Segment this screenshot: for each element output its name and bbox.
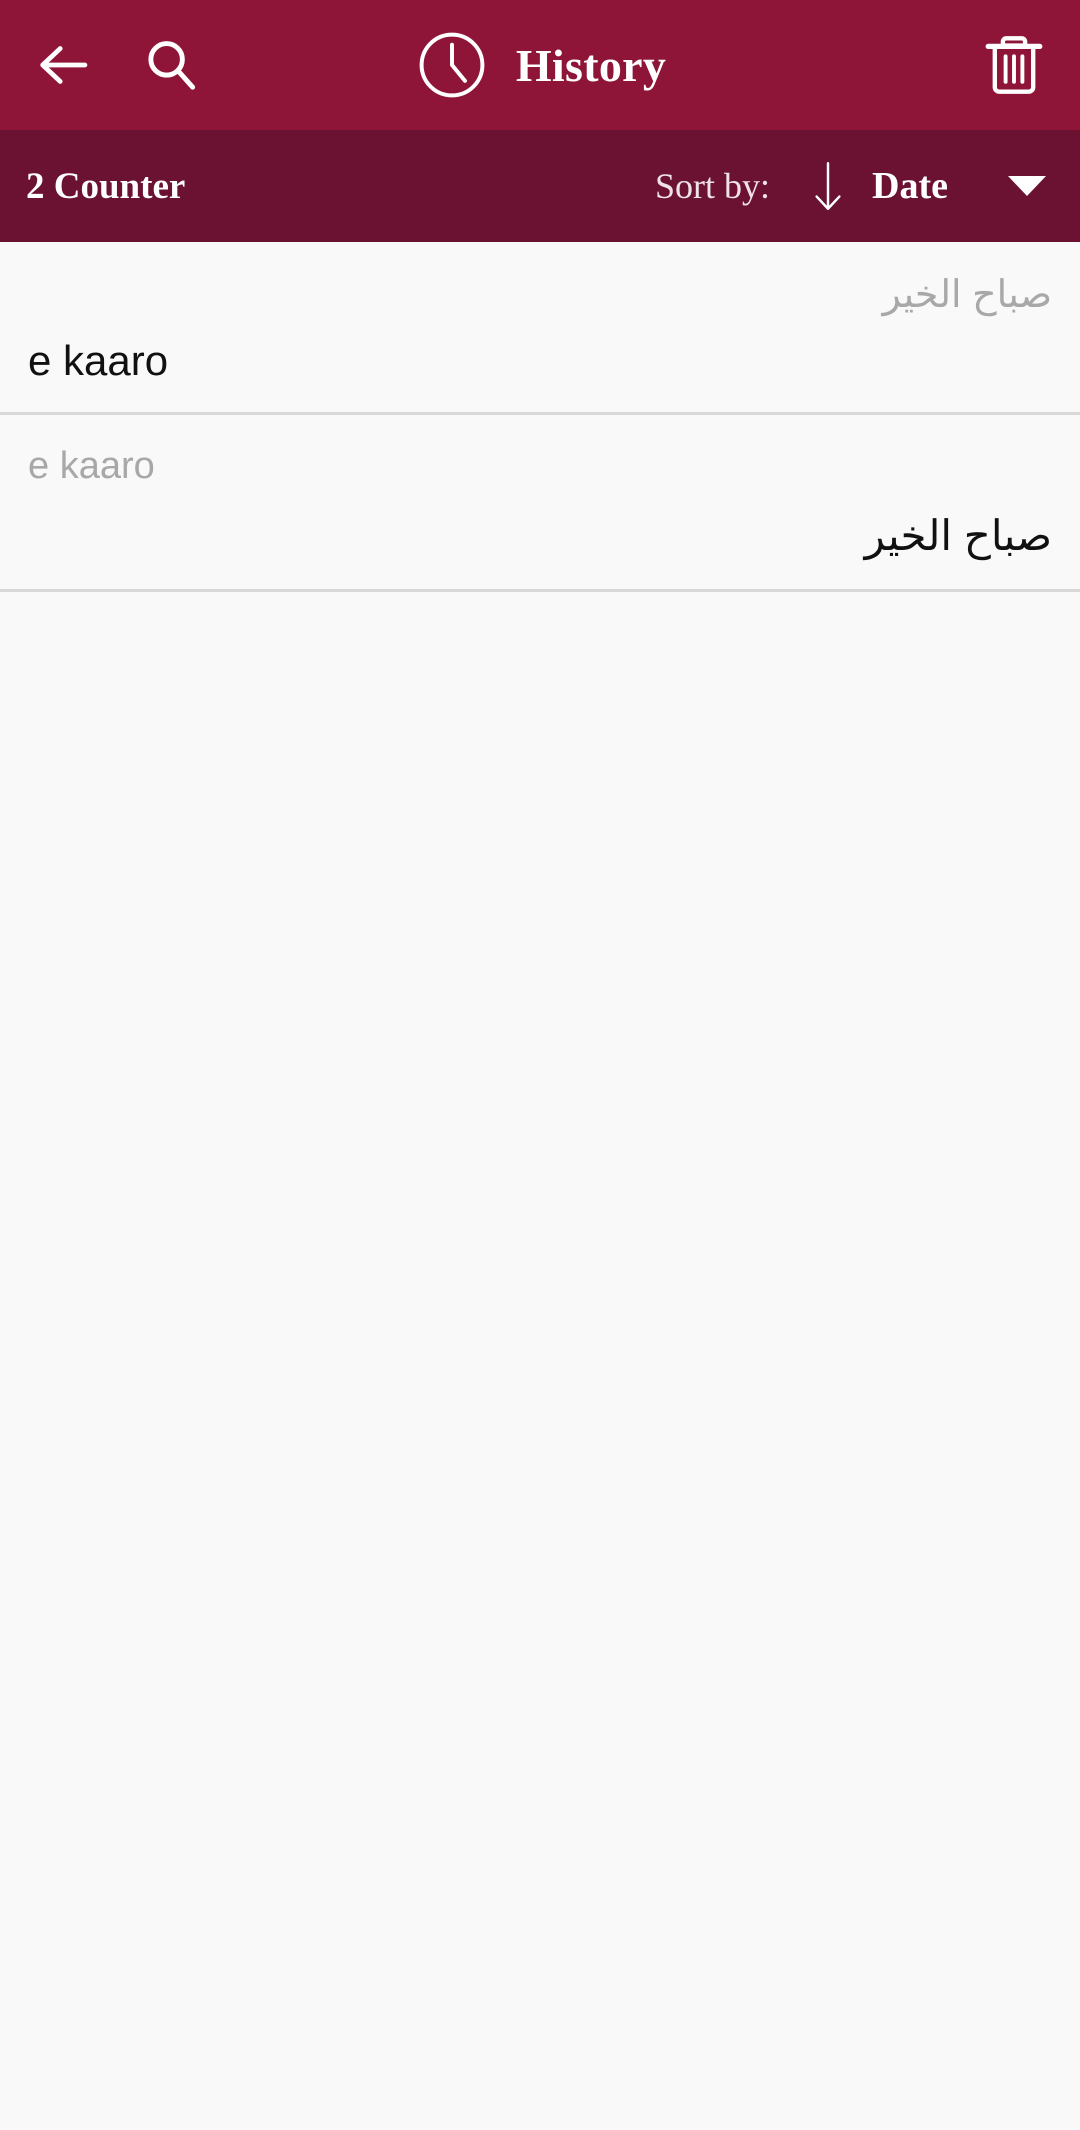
trash-icon — [985, 36, 1043, 94]
history-target-row: e kaaro — [28, 333, 1052, 412]
history-source-text: e kaaro — [28, 444, 155, 487]
history-list-item[interactable]: صباح الخير e kaaro — [0, 246, 1080, 412]
sort-by-label: Sort by: — [655, 166, 771, 206]
history-source-row: e kaaro — [28, 415, 1052, 508]
clock-icon — [419, 32, 485, 98]
page-title: History — [515, 39, 667, 91]
history-list: صباح الخير e kaaro e kaaro صباح الخير — [0, 242, 1080, 2130]
history-target-text: صباح الخير — [864, 512, 1052, 560]
history-target-text: e kaaro — [28, 337, 169, 385]
history-source-row: صباح الخير — [28, 246, 1053, 333]
history-target-row: صباح الخير — [28, 508, 1052, 589]
history-counter-label: 2 Counter — [26, 165, 186, 207]
arrow-down-icon[interactable] — [808, 160, 848, 212]
history-list-item[interactable]: e kaaro صباح الخير — [0, 415, 1080, 589]
delete-history-button[interactable] — [978, 29, 1050, 101]
history-source-text: صباح الخير — [882, 274, 1053, 316]
search-icon — [148, 41, 196, 90]
history-screen: History 2 Counter Sort by: Date صباح الخ… — [0, 0, 1080, 2130]
sort-control-group[interactable]: Sort by: Date — [655, 160, 1046, 212]
caret-down-icon[interactable] — [1008, 176, 1046, 196]
sort-bar: 2 Counter Sort by: Date — [0, 130, 1080, 242]
back-button[interactable] — [30, 32, 96, 98]
search-button[interactable] — [140, 34, 202, 96]
sort-value-label[interactable]: Date — [872, 164, 948, 208]
app-bar: History — [0, 0, 1080, 130]
arrow-left-icon — [40, 46, 88, 84]
list-divider — [0, 588, 1080, 592]
